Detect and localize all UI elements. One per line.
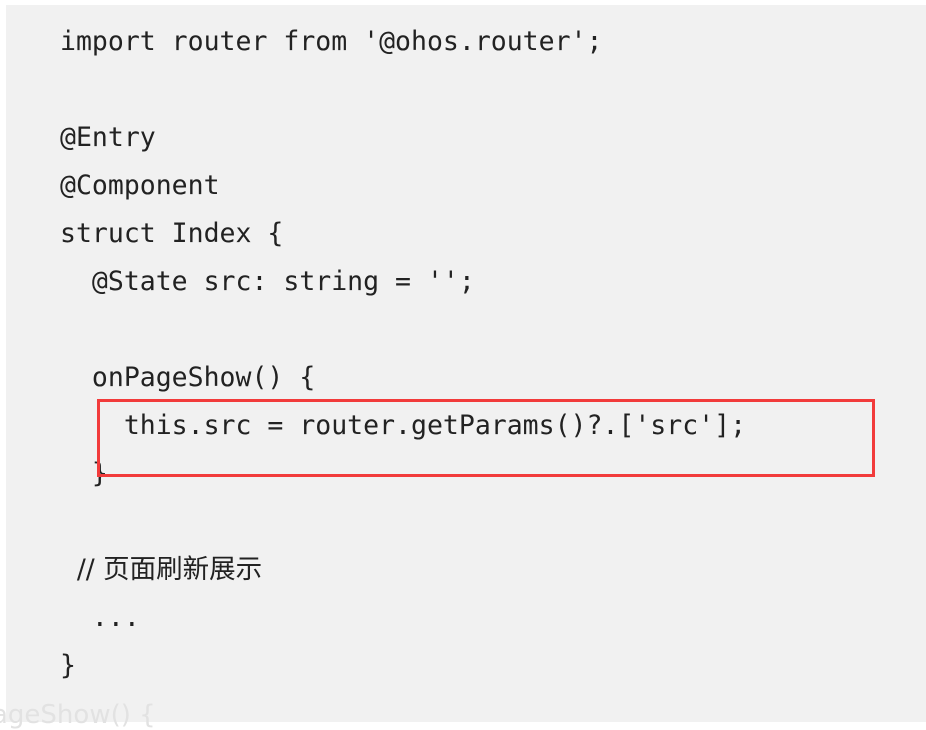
background-faded-text: ageShow() {: [0, 700, 156, 730]
code-line: @State src: string = '';: [60, 266, 475, 297]
code-line: @Entry: [60, 122, 156, 153]
code-line: }: [60, 650, 76, 681]
code-line: struct Index {: [60, 218, 284, 249]
code-line: // 页面刷新展示: [60, 554, 263, 585]
code-line: import router from '@ohos.router';: [60, 26, 603, 57]
code-line: onPageShow() {: [60, 362, 316, 393]
code-line: ...: [60, 602, 140, 633]
highlight-box: [97, 399, 875, 477]
code-line: @Component: [60, 170, 220, 201]
